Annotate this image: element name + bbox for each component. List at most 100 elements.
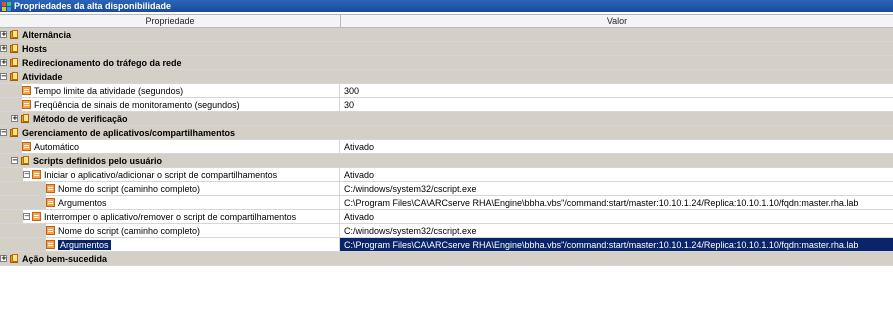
property-value: 30	[344, 99, 355, 110]
property-value-cell[interactable]: Ativado	[340, 210, 893, 223]
property-row[interactable]: − Iniciar o aplicativo/adicionar o script…	[0, 168, 893, 182]
property-label: Atividade	[22, 71, 63, 82]
property-icon	[22, 100, 31, 109]
group-value-cell	[340, 70, 893, 83]
expand-icon[interactable]: +	[11, 115, 18, 122]
property-value-cell[interactable]: C:\Program Files\CA\ARCserve RHA\Engine\…	[340, 196, 893, 209]
indent-gutter	[0, 224, 46, 237]
property-name-cell[interactable]: Freqüência de sinais de monitoramento (s…	[0, 98, 340, 111]
panel-title: Propriedades da alta disponibilidade	[14, 1, 172, 11]
collapse-icon[interactable]: −	[0, 129, 7, 136]
property-label: Gerenciamento de aplicativos/compartilha…	[22, 127, 236, 138]
group-value-cell	[340, 28, 893, 41]
property-row[interactable]: Tempo limite da atividade (segundos) 300	[0, 84, 893, 98]
expand-icon[interactable]: +	[0, 59, 7, 66]
group-value-cell	[340, 126, 893, 139]
property-value-cell[interactable]: C:\Program Files\CA\ARCserve RHA\Engine\…	[340, 238, 893, 251]
property-label: Alternância	[22, 29, 72, 40]
property-value: C:\Program Files\CA\ARCserve RHA\Engine\…	[344, 239, 859, 250]
property-value: 300	[344, 85, 360, 96]
property-row[interactable]: Freqüência de sinais de monitoramento (s…	[0, 98, 893, 112]
property-value: Ativado	[344, 211, 375, 222]
property-name-cell[interactable]: + Hosts	[0, 42, 340, 55]
property-value-cell[interactable]: C:/windows/system32/cscript.exe	[340, 224, 893, 237]
property-icon	[22, 86, 31, 95]
collapse-icon[interactable]: −	[11, 157, 18, 164]
property-label: Nome do script (caminho completo)	[58, 183, 201, 194]
property-value-cell[interactable]: 300	[340, 84, 893, 97]
category-book-icon	[20, 113, 31, 124]
group-value-cell	[340, 42, 893, 55]
property-row[interactable]: Nome do script (caminho completo) C:/wind…	[0, 182, 893, 196]
property-name-cell[interactable]: + Redirecionamento do tráfego da rede	[0, 56, 340, 69]
property-name-cell[interactable]: Nome do script (caminho completo)	[0, 224, 340, 237]
property-name-cell[interactable]: Automático	[0, 140, 340, 153]
property-name-cell[interactable]: Argumentos	[0, 238, 340, 251]
property-row[interactable]: − Gerenciamento de aplicativos/compartilh…	[0, 126, 893, 140]
category-book-icon	[9, 253, 20, 264]
property-row[interactable]: + Hosts	[0, 42, 893, 56]
property-name-cell[interactable]: − Gerenciamento de aplicativos/compartilh…	[0, 126, 340, 139]
property-icon	[32, 170, 41, 179]
property-grid: + Alternância + Hosts + Redirecionamento do t…	[0, 28, 893, 266]
property-label: Método de verificação	[33, 113, 128, 124]
indent-gutter	[0, 112, 11, 125]
property-row[interactable]: + Método de verificação	[0, 112, 893, 126]
property-row[interactable]: − Scripts definidos pelo usuário	[0, 154, 893, 168]
expand-icon[interactable]: +	[0, 31, 7, 38]
property-row[interactable]: + Alternância	[0, 28, 893, 42]
property-name-cell[interactable]: − Scripts definidos pelo usuário	[0, 154, 340, 167]
collapse-icon[interactable]: −	[23, 213, 30, 220]
property-row[interactable]: Automático Ativado	[0, 140, 893, 154]
property-value-cell[interactable]: C:/windows/system32/cscript.exe	[340, 182, 893, 195]
property-label: Interromper o aplicativo/remover o scrip…	[44, 211, 297, 222]
group-value-cell	[340, 112, 893, 125]
property-name-cell[interactable]: Nome do script (caminho completo)	[0, 182, 340, 195]
property-name-cell[interactable]: − Interromper o aplicativo/remover o scri…	[0, 210, 340, 223]
property-row[interactable]: Argumentos C:\Program Files\CA\ARCserve R…	[0, 238, 893, 252]
collapse-icon[interactable]: −	[0, 73, 7, 80]
group-value-cell	[340, 154, 893, 167]
property-name-cell[interactable]: Tempo limite da atividade (segundos)	[0, 84, 340, 97]
collapse-icon[interactable]: −	[23, 171, 30, 178]
property-value-cell[interactable]: 30	[340, 98, 893, 111]
property-icon	[22, 142, 31, 151]
indent-gutter	[0, 140, 22, 153]
property-name-cell[interactable]: + Alternância	[0, 28, 340, 41]
property-row[interactable]: Nome do script (caminho completo) C:/wind…	[0, 224, 893, 238]
property-label: Argumentos	[58, 197, 107, 208]
property-column-header[interactable]: Propriedade	[0, 15, 341, 27]
expand-icon[interactable]: +	[0, 45, 7, 52]
property-row[interactable]: − Atividade	[0, 70, 893, 84]
property-name-cell[interactable]: + Método de verificação	[0, 112, 340, 125]
property-name-cell[interactable]: − Iniciar o aplicativo/adicionar o script…	[0, 168, 340, 181]
indent-gutter	[0, 154, 11, 167]
category-book-icon	[9, 71, 20, 82]
property-label: Ação bem-sucedida	[22, 253, 108, 264]
property-icon	[46, 198, 55, 207]
indent-gutter	[0, 182, 46, 195]
property-icon	[32, 212, 41, 221]
property-value-cell[interactable]: Ativado	[340, 168, 893, 181]
property-label: Argumentos	[58, 239, 111, 250]
value-column-header[interactable]: Valor	[341, 15, 893, 27]
category-book-icon	[9, 29, 20, 40]
property-icon	[46, 226, 55, 235]
property-name-cell[interactable]: + Ação bem-sucedida	[0, 252, 340, 265]
property-value-cell[interactable]: Ativado	[340, 140, 893, 153]
category-book-icon	[9, 43, 20, 54]
property-value: Ativado	[344, 169, 375, 180]
property-label: Iniciar o aplicativo/adicionar o script …	[44, 169, 278, 180]
property-value: C:\Program Files\CA\ARCserve RHA\Engine\…	[344, 197, 859, 208]
property-row[interactable]: − Interromper o aplicativo/remover o scri…	[0, 210, 893, 224]
property-name-cell[interactable]: − Atividade	[0, 70, 340, 83]
indent-gutter	[0, 210, 23, 223]
expand-icon[interactable]: +	[0, 255, 7, 262]
category-book-icon	[9, 57, 20, 68]
property-row[interactable]: + Redirecionamento do tráfego da rede	[0, 56, 893, 70]
property-row[interactable]: + Ação bem-sucedida	[0, 252, 893, 266]
property-name-cell[interactable]: Argumentos	[0, 196, 340, 209]
properties-icon	[2, 1, 11, 11]
property-row[interactable]: Argumentos C:\Program Files\CA\ARCserve R…	[0, 196, 893, 210]
indent-gutter	[0, 196, 46, 209]
